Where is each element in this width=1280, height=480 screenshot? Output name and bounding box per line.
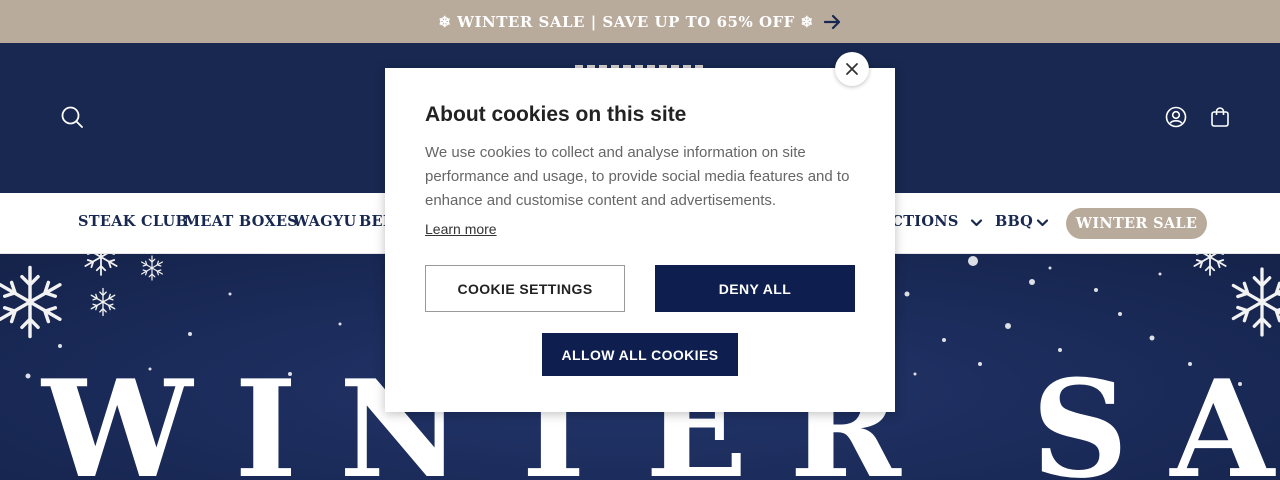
search-icon[interactable] bbox=[58, 103, 86, 131]
learn-more-link[interactable]: Learn more bbox=[425, 221, 497, 237]
chevron-down-icon[interactable] bbox=[970, 215, 983, 233]
nav-item-bbq[interactable]: BBQ bbox=[995, 213, 1033, 230]
announcement-bar[interactable]: ❄ WINTER SALE | SAVE UP TO 65% OFF ❄ bbox=[0, 0, 1280, 43]
nav-item-steak-club[interactable]: STEAK CLUB bbox=[78, 213, 188, 230]
winter-sale-nav-button[interactable]: WINTER SALE bbox=[1066, 208, 1207, 239]
arrow-right-icon[interactable] bbox=[823, 14, 842, 30]
close-dialog-button[interactable] bbox=[835, 52, 869, 86]
account-icon[interactable] bbox=[1164, 105, 1188, 129]
cookie-consent-dialog: About cookies on this site We use cookie… bbox=[385, 68, 895, 412]
cookie-settings-button[interactable]: COOKIE SETTINGS bbox=[425, 265, 625, 312]
nav-item-wagyu[interactable]: WAGYU bbox=[293, 213, 357, 230]
close-icon[interactable] bbox=[845, 62, 859, 76]
announcement-text[interactable]: ❄ WINTER SALE | SAVE UP TO 65% OFF ❄ bbox=[438, 13, 813, 31]
cookie-dialog-title: About cookies on this site bbox=[425, 103, 687, 126]
chevron-down-icon[interactable] bbox=[1036, 215, 1049, 233]
cookie-dialog-description: We use cookies to collect and analyse in… bbox=[425, 144, 850, 209]
allow-all-cookies-button[interactable]: ALLOW ALL COOKIES bbox=[542, 333, 738, 376]
deny-all-button[interactable]: DENY ALL bbox=[655, 265, 855, 312]
nav-item-meat-boxes[interactable]: MEAT BOXES bbox=[184, 213, 298, 230]
cart-icon[interactable] bbox=[1208, 105, 1232, 129]
